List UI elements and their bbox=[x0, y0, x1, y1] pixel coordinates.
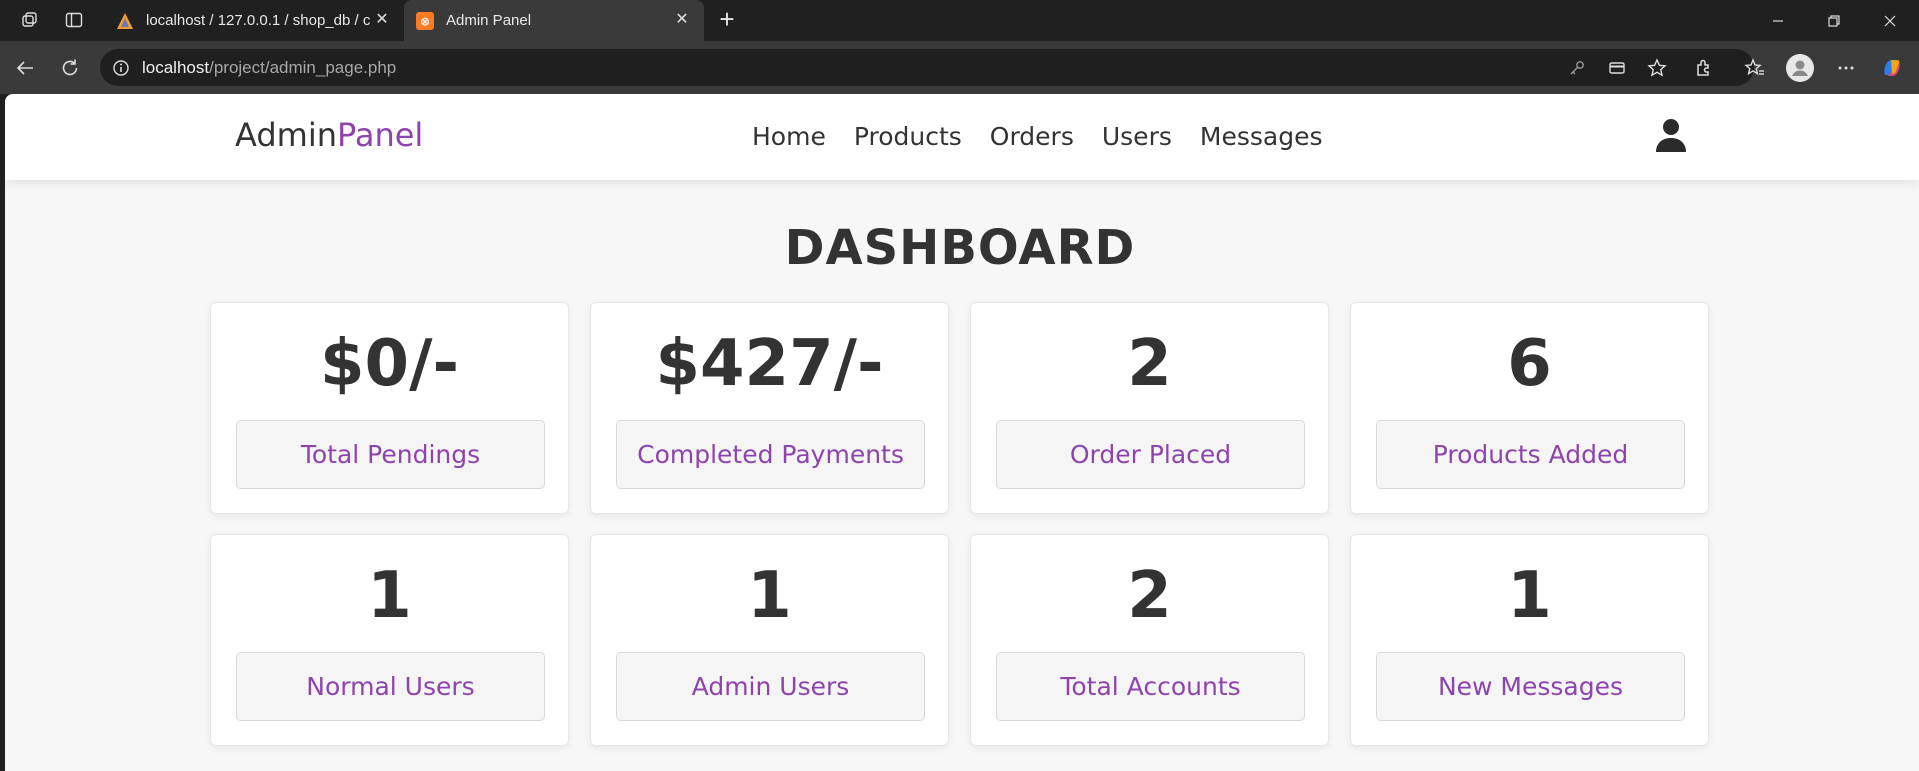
close-tab-icon[interactable]: ✕ bbox=[674, 12, 690, 28]
stat-value: 1 bbox=[747, 559, 792, 633]
stat-label: Admin Users bbox=[616, 652, 925, 721]
nav-link-messages[interactable]: Messages bbox=[1200, 122, 1323, 151]
extensions-icon[interactable] bbox=[1690, 54, 1718, 82]
favorite-star-icon[interactable] bbox=[1646, 57, 1668, 79]
stat-card-order-placed: 2 Order Placed bbox=[970, 302, 1329, 514]
phpmyadmin-icon bbox=[116, 12, 134, 30]
stat-card-completed-payments: $427/- Completed Payments bbox=[590, 302, 949, 514]
workspaces-icon[interactable] bbox=[18, 8, 42, 32]
reload-icon[interactable] bbox=[56, 54, 84, 82]
url-host: localhost bbox=[142, 58, 210, 77]
url-text[interactable]: localhost/project/admin_page.php bbox=[142, 58, 396, 78]
main-navigation: Home Products Orders Users Messages bbox=[752, 122, 1322, 151]
more-options-icon[interactable] bbox=[1832, 54, 1860, 82]
stat-label: Products Added bbox=[1376, 420, 1685, 489]
copilot-icon[interactable] bbox=[1878, 54, 1906, 82]
svg-text:⊗: ⊗ bbox=[420, 14, 430, 28]
stat-card-total-pendings: $0/- Total Pendings bbox=[210, 302, 569, 514]
stat-value: 1 bbox=[1507, 559, 1552, 633]
restore-icon[interactable] bbox=[1806, 0, 1862, 41]
password-key-icon[interactable] bbox=[1566, 57, 1588, 79]
site-logo[interactable]: AdminPanel bbox=[235, 116, 423, 154]
xampp-icon: ⊗ bbox=[416, 11, 434, 30]
nav-link-home[interactable]: Home bbox=[752, 122, 826, 151]
user-account-icon[interactable] bbox=[1655, 118, 1687, 152]
favorites-icon[interactable] bbox=[1741, 54, 1769, 82]
page-viewport: AdminPanel Home Products Orders Users Me… bbox=[5, 94, 1919, 771]
address-bar[interactable]: localhost/project/admin_page.php bbox=[100, 49, 1754, 86]
url-path: /project/admin_page.php bbox=[209, 58, 397, 77]
tab-admin-panel[interactable]: ⊗ Admin Panel ✕ bbox=[404, 0, 704, 41]
tab-title: localhost / 127.0.0.1 / shop_db / c bbox=[146, 12, 371, 29]
tab-phpmyadmin[interactable]: localhost / 127.0.0.1 / shop_db / c ✕ bbox=[104, 0, 404, 41]
stat-value: $427/- bbox=[655, 327, 884, 401]
logo-accent-text: Panel bbox=[336, 116, 424, 154]
nav-link-users[interactable]: Users bbox=[1102, 122, 1172, 151]
stat-label: New Messages bbox=[1376, 652, 1685, 721]
stat-label: Normal Users bbox=[236, 652, 545, 721]
page-title: DASHBOARD bbox=[784, 220, 1136, 276]
tab-title: Admin Panel bbox=[446, 12, 532, 29]
stat-card-normal-users: 1 Normal Users bbox=[210, 534, 569, 746]
stat-card-products-added: 6 Products Added bbox=[1350, 302, 1709, 514]
stat-card-total-accounts: 2 Total Accounts bbox=[970, 534, 1329, 746]
stat-value: 2 bbox=[1127, 327, 1172, 401]
minimize-icon[interactable] bbox=[1750, 0, 1806, 41]
logo-main-text: Admin bbox=[235, 116, 337, 154]
back-icon[interactable] bbox=[11, 54, 39, 82]
profile-avatar-icon[interactable] bbox=[1786, 54, 1814, 82]
stat-label: Total Pendings bbox=[236, 420, 545, 489]
new-tab-button[interactable]: + bbox=[714, 6, 740, 33]
nav-link-products[interactable]: Products bbox=[854, 122, 962, 151]
stat-card-new-messages: 1 New Messages bbox=[1350, 534, 1709, 746]
stat-value: 2 bbox=[1127, 559, 1172, 633]
close-window-icon[interactable] bbox=[1862, 0, 1918, 41]
site-info-icon[interactable] bbox=[110, 57, 132, 79]
stat-label: Completed Payments bbox=[616, 420, 925, 489]
browser-tab-bar: localhost / 127.0.0.1 / shop_db / c ✕ ⊗ … bbox=[0, 0, 1919, 41]
browser-toolbar: localhost/project/admin_page.php bbox=[0, 41, 1919, 94]
stat-value: 1 bbox=[367, 559, 412, 633]
vertical-tabs-icon[interactable] bbox=[62, 8, 86, 32]
payment-card-icon[interactable] bbox=[1606, 57, 1628, 79]
stat-label: Order Placed bbox=[996, 420, 1305, 489]
dashboard-stats-grid: $0/- Total Pendings $427/- Completed Pay… bbox=[210, 302, 1709, 746]
stat-label: Total Accounts bbox=[996, 652, 1305, 721]
stat-value: 6 bbox=[1507, 327, 1552, 401]
stat-card-admin-users: 1 Admin Users bbox=[590, 534, 949, 746]
nav-link-orders[interactable]: Orders bbox=[990, 122, 1074, 151]
site-header: AdminPanel Home Products Orders Users Me… bbox=[5, 94, 1919, 180]
close-tab-icon[interactable]: ✕ bbox=[374, 12, 390, 28]
stat-value: $0/- bbox=[320, 327, 459, 401]
